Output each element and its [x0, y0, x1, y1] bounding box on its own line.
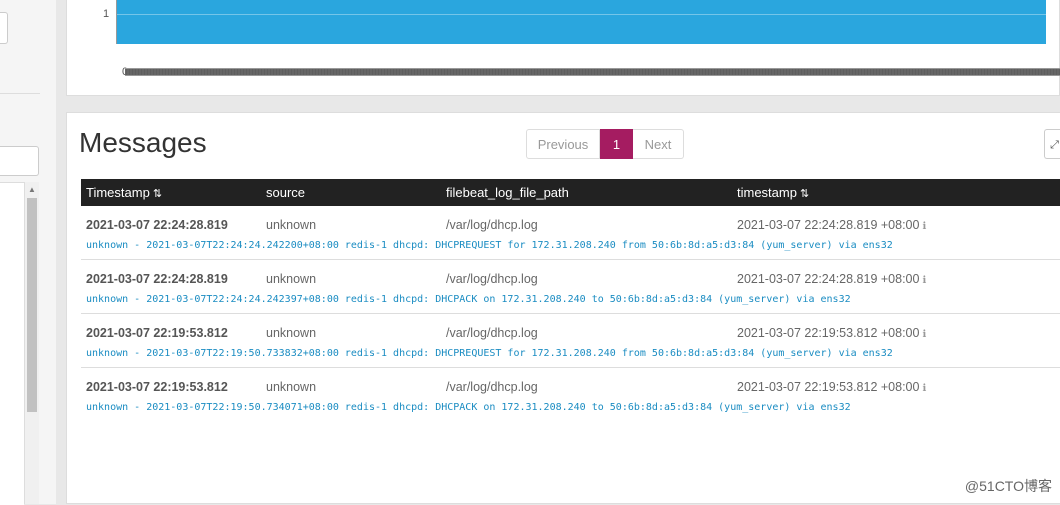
row-path: /var/log/dhcp.log	[446, 326, 538, 340]
row-message: unknown - 2021-03-07T22:24:24.242397+08:…	[86, 294, 851, 305]
row-path: /var/log/dhcp.log	[446, 272, 538, 286]
column-header-timestamp-field[interactable]: timestamp ⇅	[737, 179, 809, 206]
message-list: 2021-03-07 22:24:28.819 unknown /var/log…	[81, 206, 1060, 422]
column-header-timestamp[interactable]: Timestamp ⇅	[86, 179, 162, 206]
row-message: unknown - 2021-03-07T22:24:24.242200+08:…	[86, 240, 893, 251]
expand-icon: ⤢	[1050, 139, 1059, 151]
scroll-up-arrow-icon[interactable]: ▲	[25, 184, 39, 196]
sidebar-divider	[0, 93, 40, 94]
table-header: Timestamp ⇅ source filebeat_log_file_path…	[81, 179, 1060, 206]
histogram-bar[interactable]	[117, 0, 1046, 44]
y-tick-label-top: 1	[103, 8, 110, 20]
row-path: /var/log/dhcp.log	[446, 218, 538, 232]
row-source: unknown	[266, 218, 317, 232]
info-icon[interactable]: ℹ	[922, 383, 926, 394]
scrollbar-thumb[interactable]	[27, 198, 37, 412]
x-axis-ticks	[125, 68, 1060, 76]
row-timestamp-field: 2021-03-07 22:19:53.812 +08:00 ℹ	[737, 326, 927, 340]
table-row[interactable]: 2021-03-07 22:19:53.812 unknown /var/log…	[81, 314, 1060, 368]
sort-icon[interactable]: ⇅	[800, 181, 809, 208]
sidebar-list	[0, 182, 24, 505]
histogram-panel: 1 0	[66, 0, 1060, 96]
previous-page-button[interactable]: Previous	[526, 129, 600, 159]
row-message: unknown - 2021-03-07T22:19:50.733832+08:…	[86, 348, 893, 359]
messages-title: Messages	[79, 127, 207, 158]
row-timestamp: 2021-03-07 22:24:28.819	[86, 218, 228, 232]
info-icon[interactable]: ℹ	[922, 329, 926, 340]
row-source: unknown	[266, 272, 317, 286]
expand-button[interactable]: ⤢	[1044, 129, 1060, 159]
row-timestamp: 2021-03-07 22:24:28.819	[86, 272, 228, 286]
page-1-button[interactable]: 1	[600, 129, 633, 159]
row-timestamp-field: 2021-03-07 22:24:28.819 +08:00 ℹ	[737, 272, 927, 286]
row-source: unknown	[266, 326, 317, 340]
column-header-path[interactable]: filebeat_log_file_path	[446, 179, 569, 206]
info-icon[interactable]: ℹ	[922, 275, 926, 286]
row-message: unknown - 2021-03-07T22:19:50.734071+08:…	[86, 402, 851, 413]
info-icon[interactable]: ℹ	[922, 221, 926, 232]
sidebar-button[interactable]	[0, 12, 8, 44]
sidebar-scrollbar[interactable]: ▲	[24, 182, 39, 504]
table-row[interactable]: 2021-03-07 22:24:28.819 unknown /var/log…	[81, 206, 1060, 260]
row-timestamp-field: 2021-03-07 22:24:28.819 +08:00 ℹ	[737, 218, 927, 232]
row-timestamp-field: 2021-03-07 22:19:53.812 +08:00 ℹ	[737, 380, 927, 394]
row-source: unknown	[266, 380, 317, 394]
column-header-source[interactable]: source	[266, 179, 305, 206]
table-row[interactable]: 2021-03-07 22:24:28.819 unknown /var/log…	[81, 260, 1060, 314]
row-timestamp: 2021-03-07 22:19:53.812	[86, 380, 228, 394]
sort-icon[interactable]: ⇅	[153, 181, 162, 208]
watermark: @51CTO博客	[964, 478, 1052, 494]
left-sidebar: ▲	[0, 0, 56, 505]
row-path: /var/log/dhcp.log	[446, 380, 538, 394]
next-page-button[interactable]: Next	[633, 129, 684, 159]
messages-panel: Messages Previous 1 Next ⤢ Timestamp ⇅ so…	[66, 112, 1060, 504]
sidebar-search-input[interactable]	[0, 146, 39, 176]
row-timestamp: 2021-03-07 22:19:53.812	[86, 326, 228, 340]
table-row[interactable]: 2021-03-07 22:19:53.812 unknown /var/log…	[81, 368, 1060, 422]
gridline	[117, 14, 1046, 15]
pagination: Previous 1 Next	[526, 129, 684, 159]
